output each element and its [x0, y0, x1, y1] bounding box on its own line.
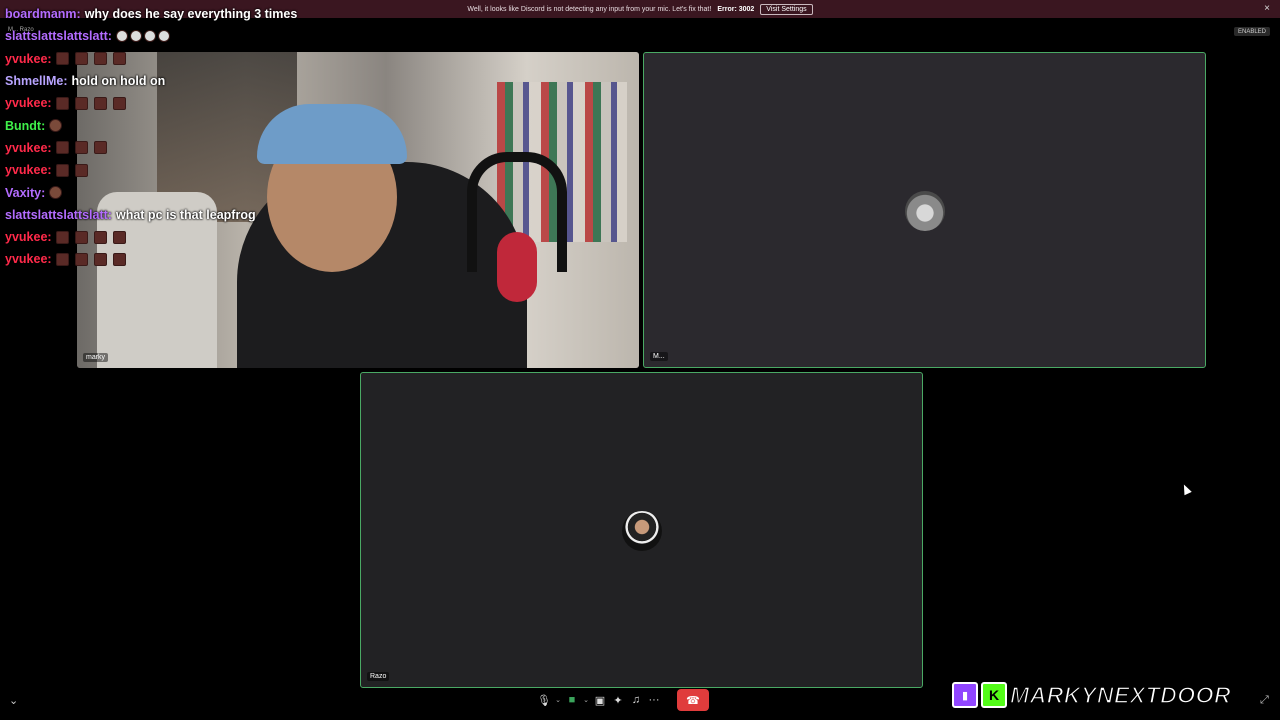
stream-chat-overlay: boardmanm: why does he say everything 3 t…	[5, 3, 345, 271]
camera-icon[interactable]: ■	[563, 689, 581, 711]
emote-icon	[74, 252, 88, 266]
chat-text: hold on hold on	[71, 74, 166, 89]
chat-username: Bundt:	[5, 118, 46, 133]
emote-icon	[93, 252, 107, 266]
chat-message: yvukee:	[5, 226, 345, 248]
chat-username: boardmanm:	[5, 7, 81, 22]
fullscreen-icon[interactable]: ⤢	[1260, 694, 1269, 707]
chat-username: slattslattslattslatt:	[5, 207, 112, 222]
chat-message: yvukee:	[5, 92, 345, 114]
twitch-icon: ▮	[952, 682, 978, 708]
chat-message: ShmellMe: hold on hold on	[5, 70, 345, 92]
emote-icon	[112, 96, 126, 110]
chat-message: slattslattslattslatt:	[5, 25, 345, 47]
chat-message: yvukee:	[5, 248, 345, 270]
chat-username: yvukee:	[5, 96, 52, 111]
emote-icon	[112, 230, 126, 244]
kick-icon: K	[981, 682, 1007, 708]
chat-message: Bundt:	[5, 114, 345, 136]
chat-username: yvukee:	[5, 230, 52, 245]
emote-icon	[55, 252, 69, 266]
emote-icon	[55, 96, 69, 110]
chat-username: slattslattslattslatt:	[5, 29, 112, 44]
red-headphones	[497, 232, 537, 302]
emote-icon	[112, 252, 126, 266]
visit-settings-button[interactable]: Visit Settings	[760, 3, 813, 15]
emote-icon	[74, 96, 88, 110]
streamer-branding: ▮ K MARKYNEXTDOOR	[952, 681, 1231, 709]
emote-icon	[93, 141, 107, 155]
avatar	[905, 191, 945, 231]
badge-label: ENABLED	[1237, 28, 1266, 35]
chat-username: yvukee:	[5, 140, 52, 155]
chat-text: why does he say everything 3 times	[84, 7, 298, 22]
emote-icon	[55, 230, 69, 244]
emote-icon	[93, 52, 107, 66]
emote-icon	[55, 163, 69, 177]
chat-username: Vaxity:	[5, 185, 46, 200]
emote-icon	[74, 52, 88, 66]
video-tile-m[interactable]: M...	[643, 52, 1206, 368]
mouse-cursor	[1180, 482, 1192, 496]
chat-message: yvukee:	[5, 48, 345, 70]
emote-icon	[157, 30, 170, 43]
activities-icon[interactable]: ✦	[609, 689, 627, 711]
call-controls: 🎙 ⌄ ■ ⌄ ▣ ✦ ♫ ··· ☎	[535, 688, 747, 712]
chat-message: yvukee:	[5, 159, 345, 181]
emote-icon	[93, 96, 107, 110]
emote-icon	[143, 30, 156, 43]
video-tile-razo[interactable]: Razo	[360, 372, 923, 688]
more-icon[interactable]: ···	[645, 689, 663, 711]
streamer-handle: MARKYNEXTDOOR	[1009, 681, 1232, 709]
emote-icon	[49, 119, 63, 133]
close-icon[interactable]: ×	[1264, 3, 1270, 14]
chat-message: yvukee:	[5, 137, 345, 159]
emote-icon	[74, 141, 88, 155]
notice-error-code: Error: 3002	[717, 5, 755, 13]
emote-icon	[74, 163, 88, 177]
chat-message: slattslattslattslatt: what pc is that lea…	[5, 204, 345, 226]
emote-icon	[74, 230, 88, 244]
emote-icon	[93, 230, 107, 244]
chat-text: what pc is that leapfrog	[115, 207, 256, 222]
screen-share-icon[interactable]: ▣	[591, 689, 609, 711]
emote-icon	[49, 186, 63, 200]
emote-icon	[112, 52, 126, 66]
chevron-down-icon[interactable]: ⌄	[553, 689, 563, 711]
chat-username: yvukee:	[5, 163, 52, 178]
soundboard-icon[interactable]: ♫	[627, 689, 645, 711]
emote-icon	[115, 30, 128, 43]
chevron-down-icon[interactable]: ⌄	[581, 689, 591, 711]
end-call-button[interactable]: ☎	[677, 689, 709, 711]
emote-icon	[55, 52, 69, 66]
chat-username: yvukee:	[5, 252, 52, 267]
emote-icon	[129, 30, 142, 43]
notice-message: Well, it looks like Discord is not detec…	[467, 5, 712, 13]
tile-name-label: M...	[650, 352, 668, 361]
chevron-down-icon[interactable]: ⌄	[9, 694, 18, 707]
emote-icon	[55, 141, 69, 155]
avatar	[622, 511, 662, 551]
enabled-badge: ENABLED	[1233, 27, 1270, 36]
chat-message: Vaxity:	[5, 181, 345, 203]
tile-name-label: Razo	[367, 672, 390, 681]
tile-name-label: marky	[83, 353, 109, 362]
chat-message: boardmanm: why does he say everything 3 t…	[5, 3, 345, 25]
chat-username: ShmellMe:	[5, 74, 68, 89]
microphone-icon[interactable]: 🎙	[535, 689, 553, 711]
chat-username: yvukee:	[5, 51, 52, 66]
